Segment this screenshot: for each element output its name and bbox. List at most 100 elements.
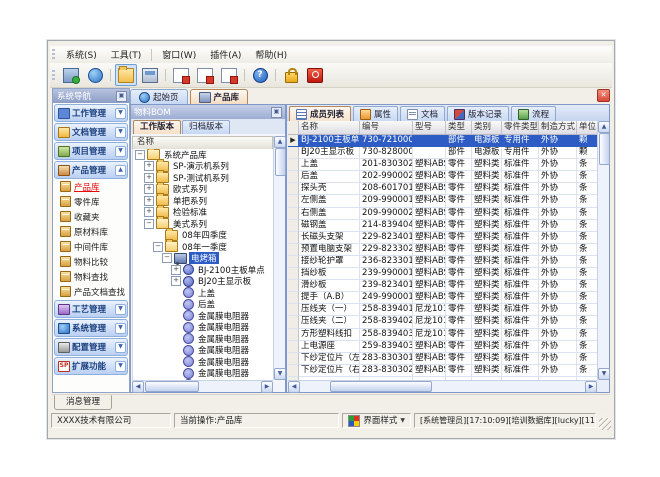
workstation-button[interactable] xyxy=(139,64,161,86)
column-header-型号[interactable]: 型号 xyxy=(413,121,446,134)
table-row[interactable]: 右侧盖209-990002-01X塑料ABS零件塑料类标准件外协条 xyxy=(288,208,597,220)
sidebar-item-收藏夹[interactable]: 收藏夹 xyxy=(53,209,129,224)
sidebar-item-零件库[interactable]: 零件库 xyxy=(53,194,129,209)
scroll-down-icon[interactable]: ▼ xyxy=(598,368,610,380)
sidebar-item-产品文档查找[interactable]: 产品文档查找 xyxy=(53,284,129,299)
doc-tab-产品库[interactable]: 产品库 xyxy=(190,89,249,104)
table-row[interactable]: 下纱定位片（右）283-830302-00X塑料ABS零件塑料类标准件外协条 xyxy=(288,365,597,377)
close-tab-icon[interactable]: ✕ xyxy=(597,89,610,102)
tree-node-系统产品库[interactable]: −系统产品库 xyxy=(133,149,273,161)
bom-tab-工作版本[interactable]: 工作版本 xyxy=(133,120,181,134)
lock-button[interactable] xyxy=(280,64,302,86)
tree-node-金属膜电阻器[interactable]: 金属膜电阻器 xyxy=(133,310,273,322)
sidebar-item-物料比较[interactable]: 物料比较 xyxy=(53,254,129,269)
table-row[interactable]: 接纱轮护罩236-823301-00X塑料ABS零件塑料类标准件外协条 xyxy=(288,256,597,268)
chevron-down-icon[interactable]: ▼ xyxy=(115,127,126,138)
members-tab-流程[interactable]: 流程 xyxy=(511,106,556,121)
table-row[interactable]: 提手（A.B）249-990001-01X塑料ABS零件塑料类标准件外协条 xyxy=(288,292,597,304)
toolbar-grip[interactable] xyxy=(52,70,55,81)
table-horizontal-scrollbar[interactable]: ◀ ▶ xyxy=(288,380,597,392)
tree-horizontal-scrollbar[interactable]: ◀ ▶ xyxy=(132,380,273,392)
scroll-right-icon[interactable]: ▶ xyxy=(585,381,597,393)
collapse-icon[interactable]: − xyxy=(135,150,145,160)
collapse-icon[interactable]: − xyxy=(162,253,172,263)
tree-node-美式系列[interactable]: −美式系列 xyxy=(133,218,273,230)
sync-monitor-button[interactable] xyxy=(60,64,82,86)
sidebar-group-项目管理[interactable]: 项目管理▼ xyxy=(54,142,128,160)
tree-node-电烤箱[interactable]: −电烤箱 xyxy=(133,253,273,265)
tree-node-BJ20主显示板[interactable]: +BJ20主显示板 xyxy=(133,276,273,288)
tree-node-SP-演示机系列[interactable]: +SP-演示机系列 xyxy=(133,161,273,173)
sidebar-group-配置管理[interactable]: 配置管理▼ xyxy=(54,338,128,356)
scroll-left-icon[interactable]: ◀ xyxy=(132,381,144,393)
sidebar-group-扩展功能[interactable]: SP扩展功能▼ xyxy=(54,357,128,375)
table-row[interactable]: 滑纱板239-823401-00X塑料ABS零件塑料类标准件外协条 xyxy=(288,280,597,292)
members-tab-属性[interactable]: 属性 xyxy=(353,106,398,121)
collapse-icon[interactable]: − xyxy=(153,242,163,252)
table-row[interactable]: 预置电脑支架229-823302-00X塑料ABS零件塑料类标准件外协条 xyxy=(288,244,597,256)
sidebar-group-工艺管理[interactable]: 工艺管理▼ xyxy=(54,300,128,318)
menu-item-3[interactable]: 窗口(W) xyxy=(155,46,203,63)
table-row[interactable]: 下纱定位片（左）283-830301-00X塑料ABS零件塑料类标准件外协条 xyxy=(288,353,597,365)
scroll-up-icon[interactable]: ▲ xyxy=(274,136,286,148)
menu-item-4[interactable]: 插件(A) xyxy=(203,46,248,63)
table-row[interactable]: 压线夹（二）258-839402-00X尼龙1010零件塑料类标准件外协条 xyxy=(288,316,597,328)
sidebar-group-工作管理[interactable]: 工作管理▼ xyxy=(54,104,128,122)
table-row[interactable]: 压线夹（一）258-839401-00X尼龙1010零件塑料类标准件外协条 xyxy=(288,304,597,316)
expand-icon[interactable]: + xyxy=(144,173,154,183)
sidebar-item-产品库[interactable]: 产品库 xyxy=(53,179,129,194)
expand-icon[interactable]: + xyxy=(171,276,181,286)
menu-item-2[interactable]: 工具(T) xyxy=(104,46,149,63)
chevron-down-icon[interactable]: ▼ xyxy=(115,323,126,334)
menu-item-1[interactable]: 系统(S) xyxy=(59,46,104,63)
table-row[interactable]: 上电源座259-839403-00X塑料ABS零件塑料类标准件外协条 xyxy=(288,341,597,353)
chevron-down-icon[interactable]: ▼ xyxy=(115,146,126,157)
power-button[interactable] xyxy=(304,64,326,86)
tree-node-08年四季度[interactable]: 08年四季度 xyxy=(133,230,273,242)
resize-grip[interactable] xyxy=(599,418,611,430)
chevron-down-icon[interactable]: ▼ xyxy=(115,108,126,119)
tree-node-单把系列[interactable]: +单把系列 xyxy=(133,195,273,207)
expand-icon[interactable]: + xyxy=(144,184,154,194)
members-tab-成员列表[interactable]: 成员列表 xyxy=(289,106,351,121)
doc-new-button[interactable] xyxy=(170,64,192,86)
scroll-right-icon[interactable]: ▶ xyxy=(261,381,273,393)
scroll-up-icon[interactable]: ▲ xyxy=(598,121,610,133)
column-header-名称[interactable]: 名称 xyxy=(299,121,360,134)
doc-delete-button[interactable] xyxy=(218,64,240,86)
tree-node-金属膜电阻器[interactable]: 金属膜电阻器 xyxy=(133,322,273,334)
tree-hscroll-thumb[interactable] xyxy=(145,381,199,392)
chevron-down-icon[interactable]: ▼ xyxy=(115,361,126,372)
tree-node-08年一季度[interactable]: −08年一季度 xyxy=(133,241,273,253)
table-row[interactable]: 左侧盖209-990001-01X塑料ABS零件塑料类标准件外协条 xyxy=(288,195,597,207)
table-row[interactable]: 后盖202-990002-01X塑料ABS零件塑料类标准件外协条 xyxy=(288,171,597,183)
table-row[interactable]: BJ20主显示板730-828000-04X部件电源板专用件外协颗 xyxy=(288,147,597,159)
table-row[interactable]: 探头壳208-601701-01X塑料ABS零件塑料类标准件外协条 xyxy=(288,183,597,195)
table-row[interactable]: 磁钢盖214-839404-01X塑料ABS零件塑料类标准件外协条 xyxy=(288,220,597,232)
tree-column-header[interactable]: 名称 xyxy=(132,136,273,150)
column-header-编号[interactable]: 编号 xyxy=(360,121,413,134)
scroll-left-icon[interactable]: ◀ xyxy=(288,381,300,393)
tree-node-后盖[interactable]: 后盖 xyxy=(133,299,273,311)
sidebar-item-原材料库[interactable]: 原材料库 xyxy=(53,224,129,239)
pin-icon[interactable]: ▣ xyxy=(116,91,127,102)
pin-icon[interactable]: ▣ xyxy=(271,107,282,118)
expand-icon[interactable]: + xyxy=(144,207,154,217)
members-tab-版本记录[interactable]: 版本记录 xyxy=(447,106,509,121)
table-row[interactable]: ▶BJ-2100主板单点730-721000-12X部件电源板专用件外协颗 xyxy=(288,135,597,147)
table-row[interactable]: 上盖201-830302-00X塑料ABS零件塑料类标准件外协条 xyxy=(288,159,597,171)
table-row[interactable]: 挡纱板239-990001-01X塑料ABS零件塑料类标准件外协条 xyxy=(288,268,597,280)
tree-node-金属膜电阻器[interactable]: 金属膜电阻器 xyxy=(133,356,273,368)
chevron-down-icon[interactable]: ▼ xyxy=(115,304,126,315)
column-header-类别[interactable]: 类别 xyxy=(472,121,502,134)
sidebar-group-文档管理[interactable]: 文档管理▼ xyxy=(54,123,128,141)
chevron-up-icon[interactable]: ▲ xyxy=(115,165,126,176)
column-header-类型[interactable]: 类型 xyxy=(446,121,472,134)
bom-tab-归档版本[interactable]: 归档版本 xyxy=(182,120,230,134)
style-button[interactable]: 界面样式 ▼ xyxy=(342,413,411,428)
sidebar-group-系统管理[interactable]: 系统管理▼ xyxy=(54,319,128,337)
tree-node-金属膜电阻器[interactable]: 金属膜电阻器 xyxy=(133,333,273,345)
folder-button[interactable] xyxy=(115,64,137,86)
members-tab-文档[interactable]: 文档 xyxy=(400,106,445,121)
tree-vertical-scrollbar[interactable]: ▲ ▼ xyxy=(273,136,285,380)
